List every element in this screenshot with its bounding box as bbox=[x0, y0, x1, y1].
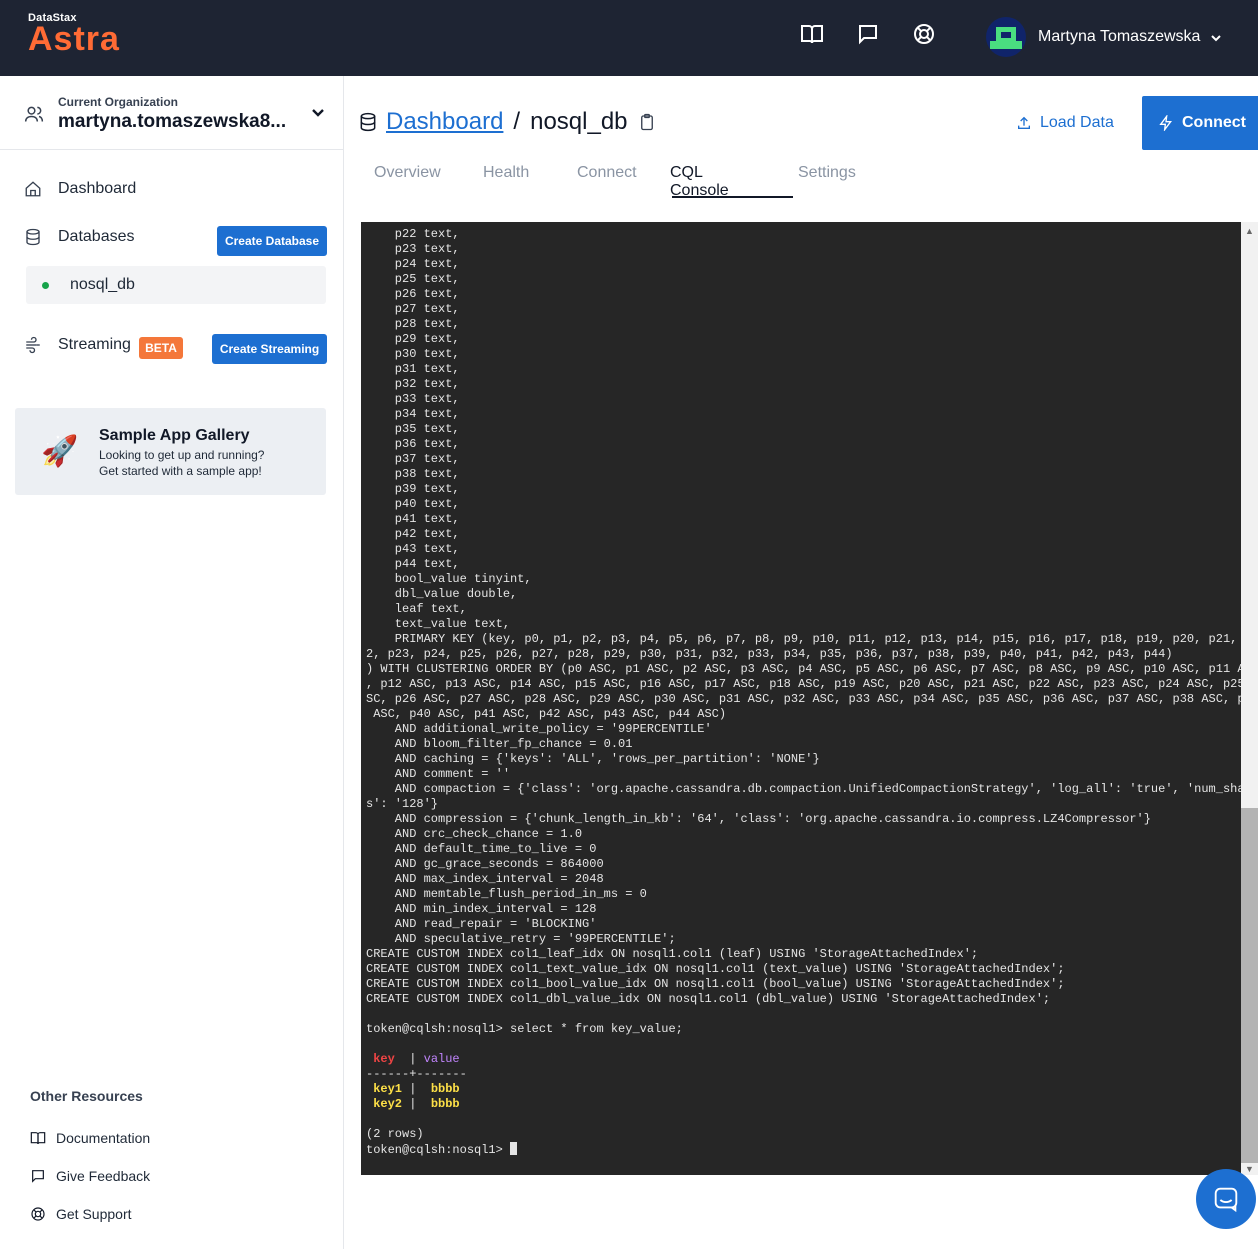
result-divider: ------+------- bbox=[366, 1067, 467, 1081]
lifebuoy-icon[interactable] bbox=[912, 22, 940, 50]
cql-console-terminal[interactable]: p22 text, p23 text, p24 text, p25 text, … bbox=[361, 222, 1241, 1175]
tab-connect[interactable]: Connect bbox=[577, 164, 637, 182]
book-icon[interactable] bbox=[800, 22, 828, 50]
tab-settings[interactable]: Settings bbox=[798, 164, 856, 182]
sidebar-item-label: Streaming bbox=[58, 336, 131, 353]
support-chat-button[interactable] bbox=[1196, 1169, 1256, 1229]
connect-label: Connect bbox=[1182, 114, 1246, 131]
console-schema-text: p22 text, p23 text, p24 text, p25 text, … bbox=[366, 227, 1241, 1036]
give-feedback-link[interactable]: Give Feedback bbox=[30, 1168, 150, 1184]
lightning-icon bbox=[1159, 115, 1172, 131]
create-database-button[interactable]: Create Database bbox=[217, 226, 327, 256]
result-cell-key: key2 bbox=[366, 1097, 403, 1111]
console-scrollbar-thumb[interactable] bbox=[1241, 808, 1258, 1163]
sample-app-gallery[interactable]: 🚀 Sample App Gallery Looking to get up a… bbox=[15, 408, 326, 495]
avatar bbox=[986, 17, 1026, 57]
sidebar-item-dashboard[interactable]: Dashboard bbox=[24, 180, 136, 198]
result-cell-key: key1 bbox=[366, 1082, 403, 1096]
rocket-icon: 🚀 bbox=[41, 435, 79, 468]
link-label: Documentation bbox=[56, 1130, 151, 1146]
user-menu[interactable]: Martyna Tomaszewska bbox=[986, 16, 1222, 58]
sidebar-item-streaming[interactable]: Streaming bbox=[24, 336, 131, 354]
get-support-link[interactable]: Get Support bbox=[30, 1206, 132, 1222]
load-data-label: Load Data bbox=[1040, 114, 1114, 131]
result-cell-sep: | bbox=[402, 1082, 431, 1096]
other-resources-title: Other Resources bbox=[30, 1088, 143, 1104]
org-label: Current Organization bbox=[58, 95, 179, 109]
breadcrumb: Dashboard / nosql_db bbox=[358, 108, 656, 136]
row-count: (2 rows) bbox=[366, 1127, 424, 1141]
chevron-down-icon bbox=[1210, 31, 1222, 43]
logo-product: Astra bbox=[28, 20, 120, 58]
database-icon bbox=[26, 228, 40, 246]
breadcrumb-separator: / bbox=[513, 108, 521, 135]
sidebar-item-label: Dashboard bbox=[58, 180, 137, 197]
scroll-down-icon[interactable]: ▼ bbox=[1245, 1164, 1254, 1174]
db-item-label: nosql_db bbox=[70, 276, 135, 293]
users-icon bbox=[24, 104, 44, 129]
sidebar: Current Organization martyna.tomaszewska… bbox=[0, 76, 344, 1249]
create-streaming-button[interactable]: Create Streaming bbox=[212, 334, 327, 364]
documentation-link[interactable]: Documentation bbox=[30, 1130, 150, 1146]
link-label: Give Feedback bbox=[56, 1168, 151, 1184]
result-cell-sep: | bbox=[402, 1097, 431, 1111]
sidebar-item-label: Databases bbox=[58, 228, 135, 245]
org-name: martyna.tomaszewska8... bbox=[58, 111, 287, 132]
result-header-value: value bbox=[423, 1052, 460, 1066]
sidebar-item-databases[interactable]: Databases bbox=[24, 228, 135, 246]
book-icon bbox=[30, 1132, 46, 1145]
link-label: Get Support bbox=[56, 1206, 132, 1222]
gallery-subtitle-2: Get started with a sample app! bbox=[99, 464, 262, 478]
clipboard-icon[interactable] bbox=[638, 113, 656, 131]
sidebar-item-nosql-db[interactable]: nosql_db bbox=[26, 266, 326, 304]
console-output: p22 text, p23 text, p24 text, p25 text, … bbox=[366, 227, 1241, 1158]
status-dot bbox=[42, 282, 49, 289]
text-cursor bbox=[510, 1142, 518, 1155]
connect-button[interactable]: Connect bbox=[1142, 96, 1258, 150]
result-header-key: key bbox=[366, 1052, 395, 1066]
scroll-up-icon[interactable]: ▲ bbox=[1245, 226, 1254, 236]
breadcrumb-dashboard-link[interactable]: Dashboard bbox=[386, 108, 503, 136]
database-icon bbox=[360, 112, 376, 132]
console-prompt: token@cqlsh:nosql1> bbox=[366, 1143, 511, 1157]
streaming-icon bbox=[26, 336, 40, 354]
top-bar: DataStax Astra Martyna Tomaszewska bbox=[0, 0, 1258, 76]
tab-overview[interactable]: Overview bbox=[374, 164, 441, 182]
chevron-down-icon[interactable] bbox=[310, 104, 326, 125]
beta-badge: BETA bbox=[139, 337, 183, 359]
gallery-subtitle-1: Looking to get up and running? bbox=[99, 448, 265, 462]
home-icon bbox=[25, 181, 41, 197]
chat-bubble-icon[interactable] bbox=[856, 22, 884, 50]
astra-logo[interactable]: DataStax Astra bbox=[28, 12, 120, 58]
page-title: nosql_db bbox=[530, 108, 628, 135]
result-cell-value: bbbb bbox=[430, 1082, 460, 1096]
main-content: Dashboard / nosql_db Load Data Connect O… bbox=[344, 76, 1258, 1249]
org-switcher[interactable]: Current Organization martyna.tomaszewska… bbox=[0, 76, 343, 150]
tab-health[interactable]: Health bbox=[483, 164, 529, 182]
user-name: Martyna Tomaszewska bbox=[1038, 28, 1201, 45]
tab-cql-console[interactable]: CQL Console bbox=[670, 164, 729, 200]
lifebuoy-icon bbox=[31, 1207, 45, 1221]
result-header-sep: | bbox=[394, 1052, 424, 1066]
load-data-button[interactable]: Load Data bbox=[1016, 114, 1114, 132]
gallery-title: Sample App Gallery bbox=[99, 427, 250, 444]
active-tab-indicator bbox=[672, 196, 793, 198]
result-cell-value: bbbb bbox=[430, 1097, 460, 1111]
upload-icon bbox=[1018, 116, 1030, 129]
chat-icon bbox=[1214, 1187, 1238, 1213]
chat-bubble-icon bbox=[32, 1170, 44, 1183]
